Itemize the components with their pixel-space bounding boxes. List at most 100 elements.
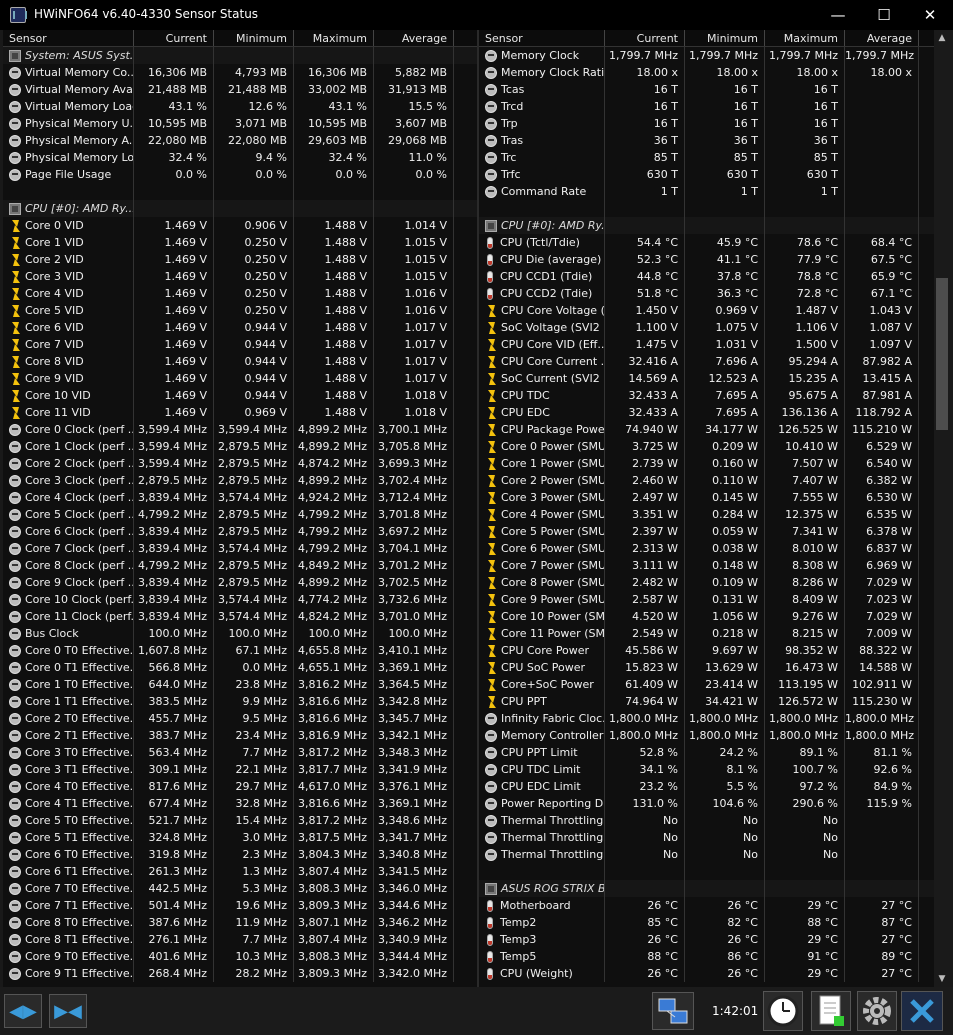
sensor-row[interactable]: Temp3 26 °C 26 °C 29 °C 27 °C [479,931,950,948]
sensor-row[interactable]: Core 1 Power (SMU) 2.739 W 0.160 W 7.507 W6… [479,455,950,472]
sensor-row[interactable]: Core 8 T1 Effective... 276.1 MHz 7.7 MHz 3,… [3,931,477,948]
sensor-row[interactable]: Physical Memory U... 10,595 MB 3,071 MB 10,… [3,115,477,132]
sensor-row[interactable]: Temp5 88 °C 86 °C 91 °C 89 °C [479,948,950,965]
sensor-row[interactable]: Core 9 Power (SMU) 2.587 W 0.131 W 8.409 W7… [479,591,950,608]
sensor-row[interactable]: Thermal Throttling ...NoNoNo [479,812,950,829]
left-sensor-pane[interactable]: Sensor Current Minimum Maximum Average S… [3,30,477,987]
sensor-row[interactable]: Core 11 Clock (perf... 3,839.4 MHz 3,574.4… [3,608,477,625]
maximize-button[interactable]: ☐ [861,0,907,30]
sensor-row[interactable]: Core 9 VID 1.469 V 0.944 V 1.488 V 1.017 V [3,370,477,387]
report-button[interactable] [811,991,851,1031]
sensor-row[interactable]: SoC Voltage (SVI2 ... 1.100 V 1.075 V 1.106… [479,319,950,336]
sensor-row[interactable]: Core 7 VID 1.469 V 0.944 V 1.488 V 1.017 V [3,336,477,353]
sensor-row[interactable]: CPU PPT 74.964 W 34.421 W 126.572 W 115.230 … [479,693,950,710]
sensor-row[interactable]: SoC Current (SVI2 ... 14.569 A 12.523 A 15.… [479,370,950,387]
column-minimum[interactable]: Minimum [214,30,294,46]
sensor-row[interactable]: Core 11 VID 1.469 V 0.969 V 1.488 V 1.018 V [3,404,477,421]
sensor-row[interactable]: CPU PPT Limit 52.8 % 24.2 % 89.1 % 81.1 % [479,744,950,761]
sensor-row[interactable]: CPU (Tctl/Tdie) 54.4 °C 45.9 °C 78.6 °C 68.4… [479,234,950,251]
sensor-row[interactable]: Core 10 VID 1.469 V 0.944 V 1.488 V 1.018 V [3,387,477,404]
sensor-row[interactable]: Core 0 T1 Effective... 566.8 MHz 0.0 MHz 4,… [3,659,477,676]
sensor-row[interactable]: Virtual Memory Ava... 21,488 MB 21,488 MB 3… [3,81,477,98]
column-average[interactable]: Average [374,30,454,46]
sensor-row[interactable]: Core 6 Clock (perf ... 3,839.4 MHz 2,879.5… [3,523,477,540]
sensor-row[interactable]: Core 1 T1 Effective... 383.5 MHz 9.9 MHz 3,… [3,693,477,710]
sensor-row[interactable]: Core 9 Clock (perf ... 3,839.4 MHz 2,879.5… [3,574,477,591]
sensor-row[interactable]: Core 4 T1 Effective... 677.4 MHz 32.8 MHz 3… [3,795,477,812]
sensor-row[interactable]: CPU Die (average) 52.3 °C 41.1 °C 77.9 °C 67… [479,251,950,268]
sensor-row[interactable]: CPU (Weight) 26 °C 26 °C 29 °C 27 °C [479,965,950,982]
sensor-row[interactable]: Motherboard 26 °C 26 °C 29 °C 27 °C [479,897,950,914]
sensor-row[interactable]: Core 5 Power (SMU) 2.397 W 0.059 W 7.341 W6… [479,523,950,540]
column-average[interactable]: Average [845,30,919,46]
column-maximum[interactable]: Maximum [294,30,374,46]
sensor-group-header[interactable]: System: ASUS Syst... [3,47,477,64]
sensor-row[interactable]: CPU Core Power 45.586 W 9.697 W 98.352 W 88.… [479,642,950,659]
column-sensor[interactable]: Sensor [3,30,134,46]
sensor-row[interactable]: Core 3 VID 1.469 V 0.250 V 1.488 V 1.015 V [3,268,477,285]
expand-arrows-button[interactable]: ▶◀ [49,994,87,1028]
sensor-row[interactable]: Page File Usage 0.0 % 0.0 % 0.0 % 0.0 % [3,166,477,183]
sensor-row[interactable]: Core 6 T1 Effective... 261.3 MHz 1.3 MHz 3,… [3,863,477,880]
sensor-row[interactable]: Core 0 Power (SMU) 3.725 W 0.209 W 10.410 W… [479,438,950,455]
sensor-row[interactable]: Core 5 VID 1.469 V 0.250 V 1.488 V 1.016 V [3,302,477,319]
sensor-group-header[interactable]: CPU [#0]: AMD Ry... [479,217,950,234]
sensor-row[interactable]: Tras 36 T 36 T 36 T [479,132,950,149]
sensor-row[interactable]: CPU Core Current ... 32.416 A 7.696 A 95.29… [479,353,950,370]
sensor-row[interactable]: Core+SoC Power 61.409 W 23.414 W 113.195 W1… [479,676,950,693]
sensor-row[interactable]: Thermal Throttling ...NoNoNo [479,846,950,863]
sensor-row[interactable]: Trc 85 T 85 T 85 T [479,149,950,166]
sensor-row[interactable]: Core 1 T0 Effective... 644.0 MHz 23.8 MHz 3… [3,676,477,693]
sensor-row[interactable]: CPU TDC Limit 34.1 % 8.1 % 100.7 % 92.6 % [479,761,950,778]
sensor-row[interactable]: Core 3 T0 Effective... 563.4 MHz 7.7 MHz 3,… [3,744,477,761]
sensor-row[interactable]: Tcas 16 T 16 T 16 T [479,81,950,98]
vertical-scrollbar[interactable]: ▲ ▼ [934,30,950,987]
sensor-group-header[interactable]: ASUS ROG STRIX B... [479,880,950,897]
column-maximum[interactable]: Maximum [765,30,845,46]
sensor-row[interactable]: Core 2 T0 Effective... 455.7 MHz 9.5 MHz 3,… [3,710,477,727]
sensor-row[interactable]: Core 3 T1 Effective... 309.1 MHz 22.1 MHz 3… [3,761,477,778]
sensor-row[interactable]: Core 2 T1 Effective... 383.7 MHz 23.4 MHz 3… [3,727,477,744]
sensor-row[interactable]: Core 1 Clock (perf ... 3,599.4 MHz 2,879.5… [3,438,477,455]
sensor-row[interactable]: Physical Memory Load32.4 %9.4 %32.4 %11.… [3,149,477,166]
sensor-row[interactable]: Core 9 T0 Effective... 401.6 MHz 10.3 MHz 3… [3,948,477,965]
sensor-row[interactable]: Command Rate 1 T1 T1 T [479,183,950,200]
sensor-row[interactable]: Trcd 16 T 16 T 16 T [479,98,950,115]
sensor-row[interactable]: Core 5 T0 Effective... 521.7 MHz 15.4 MHz 3… [3,812,477,829]
sensor-row[interactable]: Core 6 Power (SMU) 2.313 W 0.038 W 8.010 W6… [479,540,950,557]
sensor-row[interactable]: Core 0 VID 1.469 V 0.906 V 1.488 V 1.014 V [3,217,477,234]
sensor-row[interactable]: Core 0 Clock (perf ... 3,599.4 MHz 3,599.4… [3,421,477,438]
sensor-row[interactable]: Bus Clock 100.0 MHz 100.0 MHz 100.0 MHz 100.… [3,625,477,642]
sensor-row[interactable]: Core 6 VID 1.469 V 0.944 V 1.488 V 1.017 V [3,319,477,336]
sensor-row[interactable]: Trfc 630 T 630 T 630 T [479,166,950,183]
sensor-row[interactable]: Core 8 VID 1.469 V 0.944 V 1.488 V 1.017 V [3,353,477,370]
close-sensors-button[interactable] [901,991,943,1031]
sensor-row[interactable]: Core 7 T0 Effective... 442.5 MHz 5.3 MHz 3,… [3,880,477,897]
column-minimum[interactable]: Minimum [685,30,765,46]
sensor-row[interactable]: Core 1 VID 1.469 V 0.250 V 1.488 V 1.015 V [3,234,477,251]
column-sensor[interactable]: Sensor [479,30,605,46]
sensor-row[interactable]: CPU CCD1 (Tdie) 44.8 °C 37.8 °C 78.8 °C 65.9… [479,268,950,285]
sensor-row[interactable]: Core 7 Power (SMU) 3.111 W 0.148 W 8.308 W6… [479,557,950,574]
sensor-row[interactable]: CPU TDC 32.433 A 7.695 A 95.675 A 87.981 A [479,387,950,404]
sensor-row[interactable]: CPU Package Powe... 74.940 W 34.177 W 126.5… [479,421,950,438]
scroll-thumb[interactable] [936,278,948,430]
sensor-row[interactable]: Trp 16 T 16 T 16 T [479,115,950,132]
sensor-row[interactable]: Core 0 T0 Effective... 1,607.8 MHz 67.1 MH… [3,642,477,659]
sensor-row[interactable]: Core 9 T1 Effective... 268.4 MHz 28.2 MHz 3… [3,965,477,982]
sensor-row[interactable]: Thermal Throttling ...NoNoNo [479,829,950,846]
scroll-down-arrow-icon[interactable]: ▼ [934,971,950,987]
sensor-row[interactable]: Core 6 T0 Effective... 319.8 MHz 2.3 MHz 3,… [3,846,477,863]
network-button[interactable] [652,992,694,1030]
sensor-row[interactable]: Core 10 Clock (perf... 3,839.4 MHz 3,574.4… [3,591,477,608]
sensor-row[interactable]: CPU EDC 32.433 A 7.695 A 136.136 A 118.792 A [479,404,950,421]
sensor-row[interactable]: Infinity Fabric Cloc... 1,800.0 MHz 1,800.… [479,710,950,727]
right-sensor-pane[interactable]: Sensor Current Minimum Maximum Average M… [479,30,950,987]
sensor-row[interactable]: Core 7 T1 Effective... 501.4 MHz 19.6 MHz 3… [3,897,477,914]
sensor-row[interactable]: Core 8 T0 Effective... 387.6 MHz 11.9 MHz 3… [3,914,477,931]
sensor-row[interactable]: CPU CCD2 (Tdie) 51.8 °C 36.3 °C 72.8 °C 67.1… [479,285,950,302]
sensor-row[interactable]: Core 2 Power (SMU) 2.460 W 0.110 W 7.407 W6… [479,472,950,489]
sensor-row[interactable]: Power Reporting D... 131.0 % 104.6 % 290.6 … [479,795,950,812]
sensor-row[interactable]: Core 2 VID 1.469 V 0.250 V 1.488 V 1.015 V [3,251,477,268]
collapse-arrows-button[interactable]: ◀▶ [4,994,42,1028]
